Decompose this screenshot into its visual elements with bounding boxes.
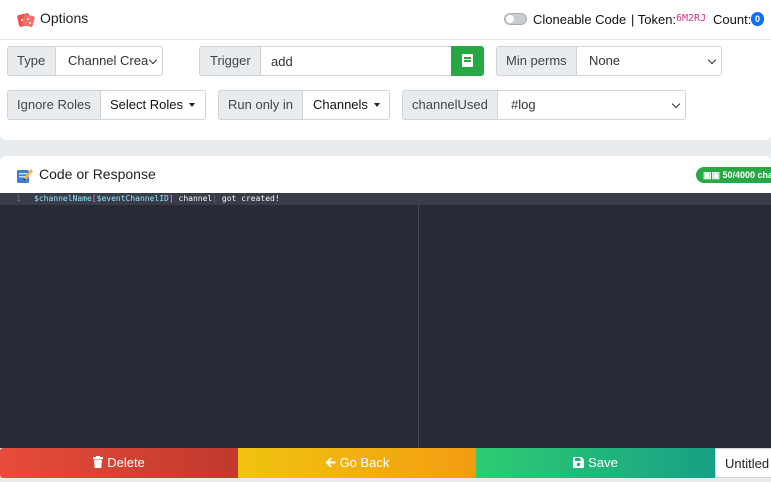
cloneable-label: Cloneable Code xyxy=(533,12,627,27)
delete-label: Delete xyxy=(107,455,145,470)
type-value: Channel Crea xyxy=(68,53,149,68)
code-token: got created! xyxy=(217,194,280,203)
delete-button[interactable]: Delete xyxy=(0,448,238,478)
go-back-button[interactable]: Go Back xyxy=(238,448,476,478)
chevron-down-icon xyxy=(671,99,681,109)
pencil-note-icon xyxy=(17,169,33,183)
go-back-label: Go Back xyxy=(339,455,390,470)
code-token: $eventChannelID xyxy=(96,194,169,203)
options-header: Options Cloneable Code | Token: 6M2RJ Co… xyxy=(0,0,771,40)
editor-divider xyxy=(418,205,419,448)
token-label: | Token: xyxy=(631,12,677,27)
channel-used-select[interactable]: #log xyxy=(497,90,686,120)
book-icon xyxy=(462,54,473,67)
ignore-roles-label: Ignore Roles xyxy=(7,90,101,120)
char-count-text: 50/4000 cha xyxy=(722,170,771,180)
save-button[interactable]: Save xyxy=(476,448,715,478)
run-only-label: Run only in xyxy=(218,90,304,120)
code-card: Code or Response ▣▣ 50/4000 cha 1 $chann… xyxy=(0,156,771,448)
select-roles-label: Select Roles xyxy=(110,97,183,112)
channels-label: Channels xyxy=(313,97,368,112)
chevron-down-icon xyxy=(148,55,158,65)
save-label: Save xyxy=(588,455,618,470)
min-perms-value: None xyxy=(589,53,621,68)
line-number: 1 xyxy=(16,194,21,203)
active-line: 1 $channelName[$eventChannelID] channel|… xyxy=(0,193,771,205)
code-token: channel xyxy=(173,194,213,203)
caret-down-icon xyxy=(373,103,380,107)
channel-used-label: channelUsed xyxy=(402,90,499,120)
trigger-label: Trigger xyxy=(199,46,261,76)
options-card: Options Cloneable Code | Token: 6M2RJ Co… xyxy=(0,0,771,140)
chevron-down-icon xyxy=(707,55,717,65)
type-label: Type xyxy=(7,46,56,76)
code-title: Code or Response xyxy=(39,166,156,182)
min-perms-select[interactable]: None xyxy=(576,46,722,76)
channels-dropdown[interactable]: Channels xyxy=(302,90,390,120)
trash-icon xyxy=(93,456,104,468)
count-label: Count: xyxy=(713,12,752,27)
trigger-help-button[interactable] xyxy=(451,46,484,76)
channel-used-value: #log xyxy=(511,97,536,112)
floppy-icon xyxy=(573,457,585,468)
cloneable-toggle[interactable] xyxy=(504,13,527,25)
min-perms-label: Min perms xyxy=(496,46,577,76)
command-name-input[interactable] xyxy=(715,448,771,478)
dice-icon xyxy=(17,13,35,27)
char-count-badge: ▣▣ 50/4000 cha xyxy=(696,167,771,183)
caret-down-icon xyxy=(188,103,195,107)
code-line[interactable]: $channelName[$eventChannelID] channel| g… xyxy=(34,194,280,203)
options-title: Options xyxy=(40,10,89,26)
code-editor[interactable]: 1 $channelName[$eventChannelID] channel|… xyxy=(0,193,771,448)
count-badge: 0 xyxy=(751,12,764,26)
trigger-input[interactable] xyxy=(260,46,452,76)
char-count-icon: ▣▣ xyxy=(703,170,723,180)
type-select[interactable]: Channel Crea xyxy=(55,46,163,76)
select-roles-dropdown[interactable]: Select Roles xyxy=(100,90,206,120)
token-value: 6M2RJ xyxy=(676,13,707,24)
code-token: $channelName xyxy=(34,194,92,203)
arrow-left-icon xyxy=(325,457,336,468)
